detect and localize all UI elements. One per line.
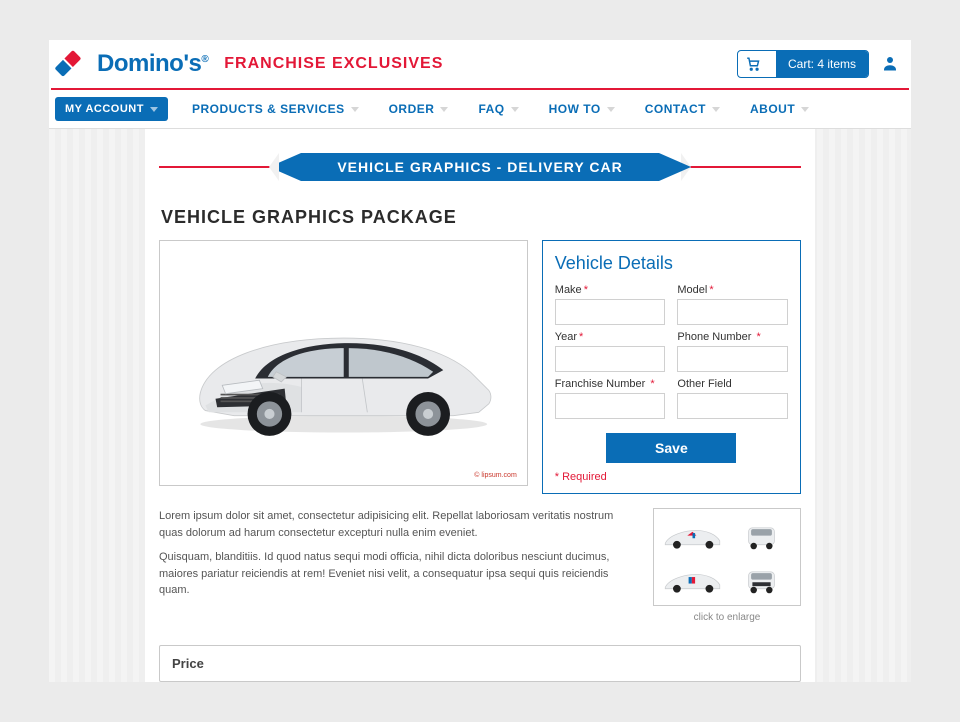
franchise-label: Franchise Number *	[555, 378, 666, 390]
other-field[interactable]	[677, 393, 788, 419]
my-account-menu[interactable]: MY ACCOUNT	[55, 97, 168, 121]
phone-field[interactable]	[677, 346, 788, 372]
vehicle-details-form: Vehicle Details Make* Model* Year*	[542, 240, 801, 494]
price-section: Price	[159, 645, 801, 682]
category-banner: VEHICLE GRAPHICS - DELIVERY CAR	[301, 153, 658, 181]
model-field[interactable]	[677, 299, 788, 325]
year-field[interactable]	[555, 346, 666, 372]
chevron-down-icon	[607, 107, 615, 112]
chevron-down-icon	[150, 107, 158, 112]
cart-label: Cart: 4 items	[776, 51, 868, 77]
nav-item-label: ORDER	[389, 102, 435, 116]
chevron-down-icon	[712, 107, 720, 112]
required-note: * Required	[555, 471, 788, 483]
nav-item-label: FAQ	[478, 102, 504, 116]
nav-item-label: PRODUCTS & SERVICES	[192, 102, 345, 116]
cart-icon	[738, 51, 768, 77]
year-label: Year*	[555, 331, 666, 343]
content-area: VEHICLE GRAPHICS - DELIVERY CAR VEHICLE …	[49, 129, 911, 682]
price-title: Price	[172, 656, 204, 671]
nav-contact[interactable]: CONTACT	[639, 96, 726, 122]
save-button[interactable]: Save	[606, 433, 736, 463]
category-banner-text: VEHICLE GRAPHICS - DELIVERY CAR	[337, 159, 622, 175]
chevron-down-icon	[440, 107, 448, 112]
franchise-number-field[interactable]	[555, 393, 666, 419]
nav-order[interactable]: ORDER	[383, 96, 455, 122]
nav-item-label: ABOUT	[750, 102, 795, 116]
description-paragraph: Lorem ipsum dolor sit amet, consectetur …	[159, 508, 639, 541]
make-field[interactable]	[555, 299, 666, 325]
form-title: Vehicle Details	[555, 253, 788, 274]
make-label: Make*	[555, 284, 666, 296]
page-frame: Domino's® FRANCHISE EXCLUSIVES Cart: 4 i…	[49, 40, 911, 682]
image-credit: © lipsum.com	[474, 472, 517, 479]
dominos-logo-icon	[55, 56, 83, 73]
thumbnail-gallery[interactable]	[653, 508, 801, 606]
chevron-down-icon	[511, 107, 519, 112]
phone-label: Phone Number *	[677, 331, 788, 343]
nav-how-to[interactable]: HOW TO	[543, 96, 621, 122]
brand-block: Domino's® FRANCHISE EXCLUSIVES	[55, 50, 443, 78]
thumbnail-caption[interactable]: click to enlarge	[653, 612, 801, 623]
content-card: VEHICLE GRAPHICS - DELIVERY CAR VEHICLE …	[145, 129, 815, 682]
thumb-front-view	[729, 559, 794, 599]
nav-item-label: CONTACT	[645, 102, 706, 116]
product-description: Lorem ipsum dolor sit amet, consectetur …	[159, 508, 639, 623]
site-subtitle: FRANCHISE EXCLUSIVES	[224, 55, 443, 73]
product-image: © lipsum.com	[159, 240, 528, 486]
brand-wordmark: Domino's®	[97, 50, 208, 78]
description-paragraph: Quisquam, blanditiis. Id quod natus sequ…	[159, 549, 639, 599]
my-account-label: MY ACCOUNT	[65, 103, 144, 115]
other-label: Other Field	[677, 378, 788, 390]
nav-products-services[interactable]: PRODUCTS & SERVICES	[186, 96, 365, 122]
thumb-side-view	[660, 515, 725, 555]
chevron-down-icon	[351, 107, 359, 112]
main-nav: MY ACCOUNT PRODUCTS & SERVICES ORDER FAQ…	[49, 90, 911, 129]
model-label: Model*	[677, 284, 788, 296]
nav-faq[interactable]: FAQ	[472, 96, 524, 122]
thumb-rear-view	[729, 515, 794, 555]
user-icon[interactable]	[881, 54, 899, 75]
nav-about[interactable]: ABOUT	[744, 96, 815, 122]
category-banner-row: VEHICLE GRAPHICS - DELIVERY CAR	[159, 153, 801, 181]
site-header: Domino's® FRANCHISE EXCLUSIVES Cart: 4 i…	[49, 40, 911, 88]
cart-button[interactable]: Cart: 4 items	[737, 50, 869, 78]
nav-item-label: HOW TO	[549, 102, 601, 116]
chevron-down-icon	[801, 107, 809, 112]
thumb-side-view-logo	[660, 559, 725, 599]
page-title: VEHICLE GRAPHICS PACKAGE	[161, 207, 801, 228]
car-illustration	[175, 279, 512, 448]
